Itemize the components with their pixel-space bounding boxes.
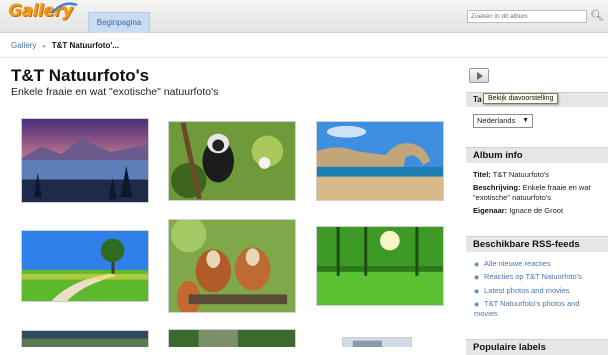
- search-input[interactable]: [467, 10, 587, 23]
- breadcrumb-current: T&T Natuurfoto'...: [51, 41, 119, 50]
- rss-icon: ◉: [474, 302, 480, 308]
- rss-heading: Beschikbare RSS-feeds: [466, 236, 608, 252]
- rss-item[interactable]: ◉ Reacties op T&T Natuurfoto's: [474, 272, 602, 282]
- logo-swoosh-icon: [51, 2, 78, 14]
- rss-icon: ◉: [474, 289, 480, 295]
- breadcrumb: Gallery » T&T Natuurfoto'...: [11, 41, 119, 50]
- sidebar: Ta Bekijk diavoorstelling Nederlands ▼ A…: [466, 60, 608, 355]
- chevron-down-icon: ▼: [522, 117, 529, 124]
- rss-icon: ◉: [474, 262, 480, 268]
- top-bar: Gallery Beginpagina 🔍︎: [0, 0, 608, 33]
- slideshow-icon[interactable]: [469, 68, 489, 83]
- album-info-heading: Album info: [466, 147, 608, 163]
- language-selected: Nederlands: [477, 116, 516, 125]
- photo-thumb-row3-3[interactable]: [342, 337, 412, 347]
- album-info-owner: Eigenaar: Ignace de Groot: [473, 206, 564, 215]
- photo-thumb-row3-1[interactable]: [21, 330, 149, 347]
- rss-item[interactable]: ◉ Alle nieuwe reacties: [474, 259, 602, 269]
- photo-thumb-tree-path[interactable]: [21, 230, 149, 302]
- page-title: T&T Natuurfoto's: [11, 66, 150, 85]
- photo-thumb-squirrels[interactable]: [168, 219, 296, 313]
- rss-item[interactable]: ◉ T&T Natuurfoto's photos and movies: [474, 299, 602, 319]
- popular-labels-heading: Populaire labels: [466, 339, 608, 355]
- rss-item[interactable]: ◉ Latest photos and movies: [474, 286, 602, 296]
- language-select[interactable]: Nederlands ▼: [473, 114, 533, 128]
- breadcrumb-separator: »: [42, 44, 46, 50]
- photo-thumb-monkey[interactable]: [168, 121, 296, 201]
- album-info-title: Titel: T&T Natuurfoto's: [473, 170, 550, 179]
- photo-thumb-green-forest[interactable]: [316, 226, 444, 306]
- album-info-description: Beschrijving: Enkele fraaie en wat "exot…: [473, 183, 591, 202]
- breadcrumb-gallery[interactable]: Gallery: [11, 41, 36, 50]
- photo-thumb-row3-2[interactable]: [168, 329, 296, 347]
- search-icon[interactable]: 🔍︎: [589, 9, 605, 24]
- page-description: Enkele fraaie en wat "exotische" natuurf…: [11, 86, 219, 98]
- slideshow-tooltip: Bekijk diavoorstelling: [483, 93, 559, 104]
- rss-icon: ◉: [474, 275, 480, 281]
- photo-thumb-mountain-lake[interactable]: [21, 118, 149, 203]
- photo-thumb-rock-arch[interactable]: [316, 121, 444, 201]
- tab-home[interactable]: Beginpagina: [88, 12, 150, 33]
- divider: [0, 57, 608, 58]
